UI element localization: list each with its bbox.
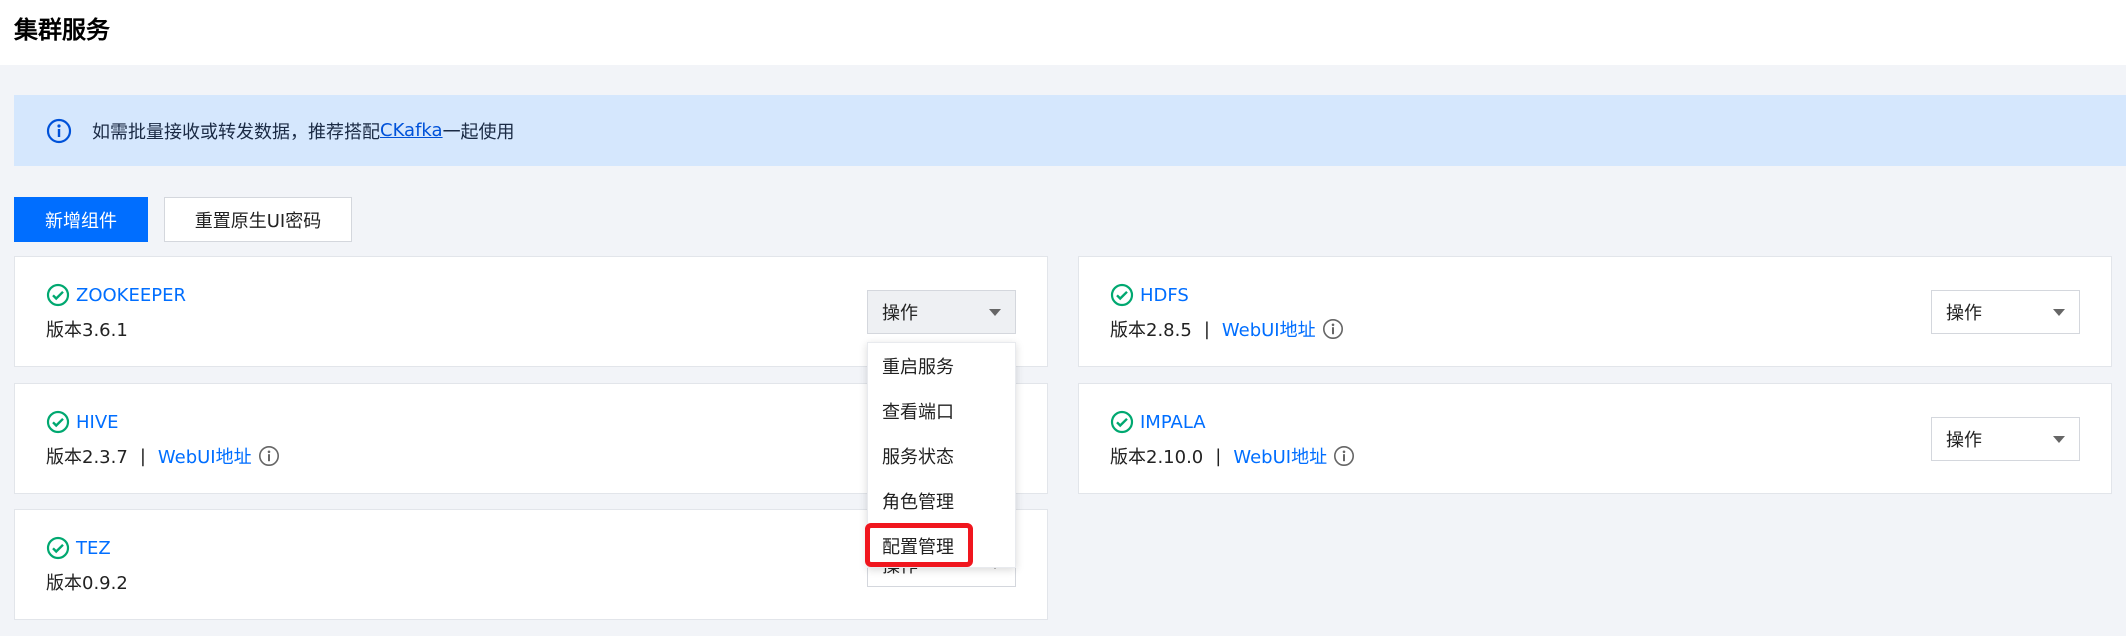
- component-card-hdfs: HDFS 版本2.8.5 | WebUI地址 操作: [1078, 256, 2112, 367]
- reset-ui-password-button[interactable]: 重置原生UI密码: [164, 197, 352, 242]
- component-title-row: TEZ: [46, 536, 111, 560]
- caret-down-icon: [2053, 435, 2065, 443]
- menu-item-restart-service[interactable]: 重启服务: [882, 353, 954, 379]
- operations-select[interactable]: 操作: [867, 290, 1016, 334]
- component-name[interactable]: HDFS: [1140, 285, 1189, 306]
- component-name[interactable]: ZOOKEEPER: [76, 285, 186, 306]
- check-circle-icon: [1110, 410, 1134, 434]
- help-circle-icon[interactable]: [258, 445, 280, 467]
- notice-banner: 如需批量接收或转发数据，推荐搭配 CKafka 一起使用: [14, 95, 2126, 166]
- check-circle-icon: [46, 283, 70, 307]
- operations-select[interactable]: 操作: [1931, 290, 2080, 334]
- caret-down-icon: [989, 308, 1001, 316]
- separator: |: [139, 445, 146, 467]
- component-card-impala: IMPALA 版本2.10.0 | WebUI地址 操作: [1078, 383, 2112, 494]
- operations-select[interactable]: 操作: [1931, 417, 2080, 461]
- component-title-row: IMPALA: [1110, 410, 1206, 434]
- component-name[interactable]: HIVE: [76, 412, 119, 433]
- help-circle-icon[interactable]: [1322, 318, 1344, 340]
- component-title-row: ZOOKEEPER: [46, 283, 186, 307]
- separator: |: [1203, 318, 1210, 340]
- component-version: 版本2.3.7: [46, 447, 128, 468]
- operations-dropdown-menu: 重启服务 查看端口 服务状态 角色管理 配置管理: [867, 342, 1016, 568]
- menu-item-config-management[interactable]: 配置管理: [882, 533, 954, 559]
- component-version-row: 版本2.10.0 | WebUI地址: [1110, 443, 1355, 469]
- operations-label: 操作: [1946, 303, 1982, 324]
- help-circle-icon[interactable]: [1333, 445, 1355, 467]
- component-version-row: 版本2.8.5 | WebUI地址: [1110, 316, 1344, 342]
- component-version-row: 版本2.3.7 | WebUI地址: [46, 443, 280, 469]
- component-version-row: 版本3.6.1: [46, 316, 128, 342]
- operations-label: 操作: [1946, 430, 1982, 451]
- menu-item-service-status[interactable]: 服务状态: [882, 443, 954, 469]
- ckafka-link[interactable]: CKafka: [380, 120, 443, 141]
- component-title-row: HDFS: [1110, 283, 1189, 307]
- caret-down-icon: [2053, 308, 2065, 316]
- component-name[interactable]: IMPALA: [1140, 412, 1206, 433]
- page-title: 集群服务: [14, 16, 110, 44]
- operations-label: 操作: [882, 303, 918, 324]
- separator: |: [1215, 445, 1222, 467]
- menu-item-role-management[interactable]: 角色管理: [882, 488, 954, 514]
- component-title-row: HIVE: [46, 410, 119, 434]
- component-version: 版本3.6.1: [46, 320, 128, 341]
- component-name[interactable]: TEZ: [76, 538, 111, 559]
- webui-link[interactable]: WebUI地址: [158, 443, 252, 469]
- page-header: 集群服务: [0, 0, 2126, 65]
- webui-link[interactable]: WebUI地址: [1233, 443, 1327, 469]
- component-version-row: 版本0.9.2: [46, 569, 128, 595]
- component-version: 版本2.10.0: [1110, 447, 1204, 468]
- component-version: 版本0.9.2: [46, 573, 128, 594]
- info-icon: [46, 118, 72, 144]
- check-circle-icon: [46, 536, 70, 560]
- notice-text: 如需批量接收或转发数据，推荐搭配: [92, 121, 380, 143]
- check-circle-icon: [1110, 283, 1134, 307]
- check-circle-icon: [46, 410, 70, 434]
- component-version: 版本2.8.5: [1110, 320, 1192, 341]
- menu-item-view-ports[interactable]: 查看端口: [882, 398, 954, 424]
- add-component-button[interactable]: 新增组件: [14, 197, 148, 242]
- webui-link[interactable]: WebUI地址: [1222, 316, 1316, 342]
- notice-tail: 一起使用: [442, 121, 515, 143]
